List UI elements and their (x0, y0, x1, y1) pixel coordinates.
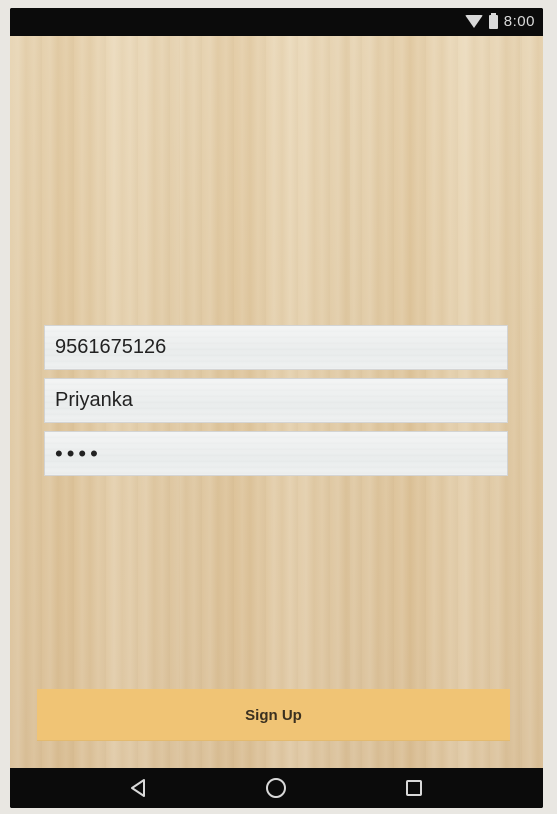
recents-button[interactable] (394, 773, 434, 803)
signup-button[interactable]: Sign Up (37, 689, 510, 741)
device-frame: 8:00 9561675126 Priyanka •••• Sign Up (10, 8, 543, 808)
password-input-value: •••• (55, 440, 102, 466)
name-input[interactable]: Priyanka (44, 378, 508, 423)
phone-input[interactable]: 9561675126 (44, 325, 508, 370)
signup-screen: 9561675126 Priyanka •••• Sign Up (10, 36, 543, 768)
name-input-value: Priyanka (55, 389, 133, 411)
wifi-icon (464, 15, 483, 28)
back-icon (130, 779, 145, 797)
recents-icon (406, 780, 423, 796)
back-button[interactable] (119, 773, 159, 803)
battery-icon (488, 12, 498, 29)
status-time: 8:00 (503, 13, 535, 30)
home-icon (266, 778, 287, 798)
password-input[interactable]: •••• (44, 431, 508, 476)
phone-input-value: 9561675126 (55, 336, 167, 358)
status-icons: 8:00 (464, 12, 535, 30)
home-button[interactable] (256, 773, 296, 803)
signup-button-label: Sign Up (245, 706, 302, 724)
navigation-bar (10, 768, 543, 808)
status-bar: 8:00 (10, 8, 543, 36)
